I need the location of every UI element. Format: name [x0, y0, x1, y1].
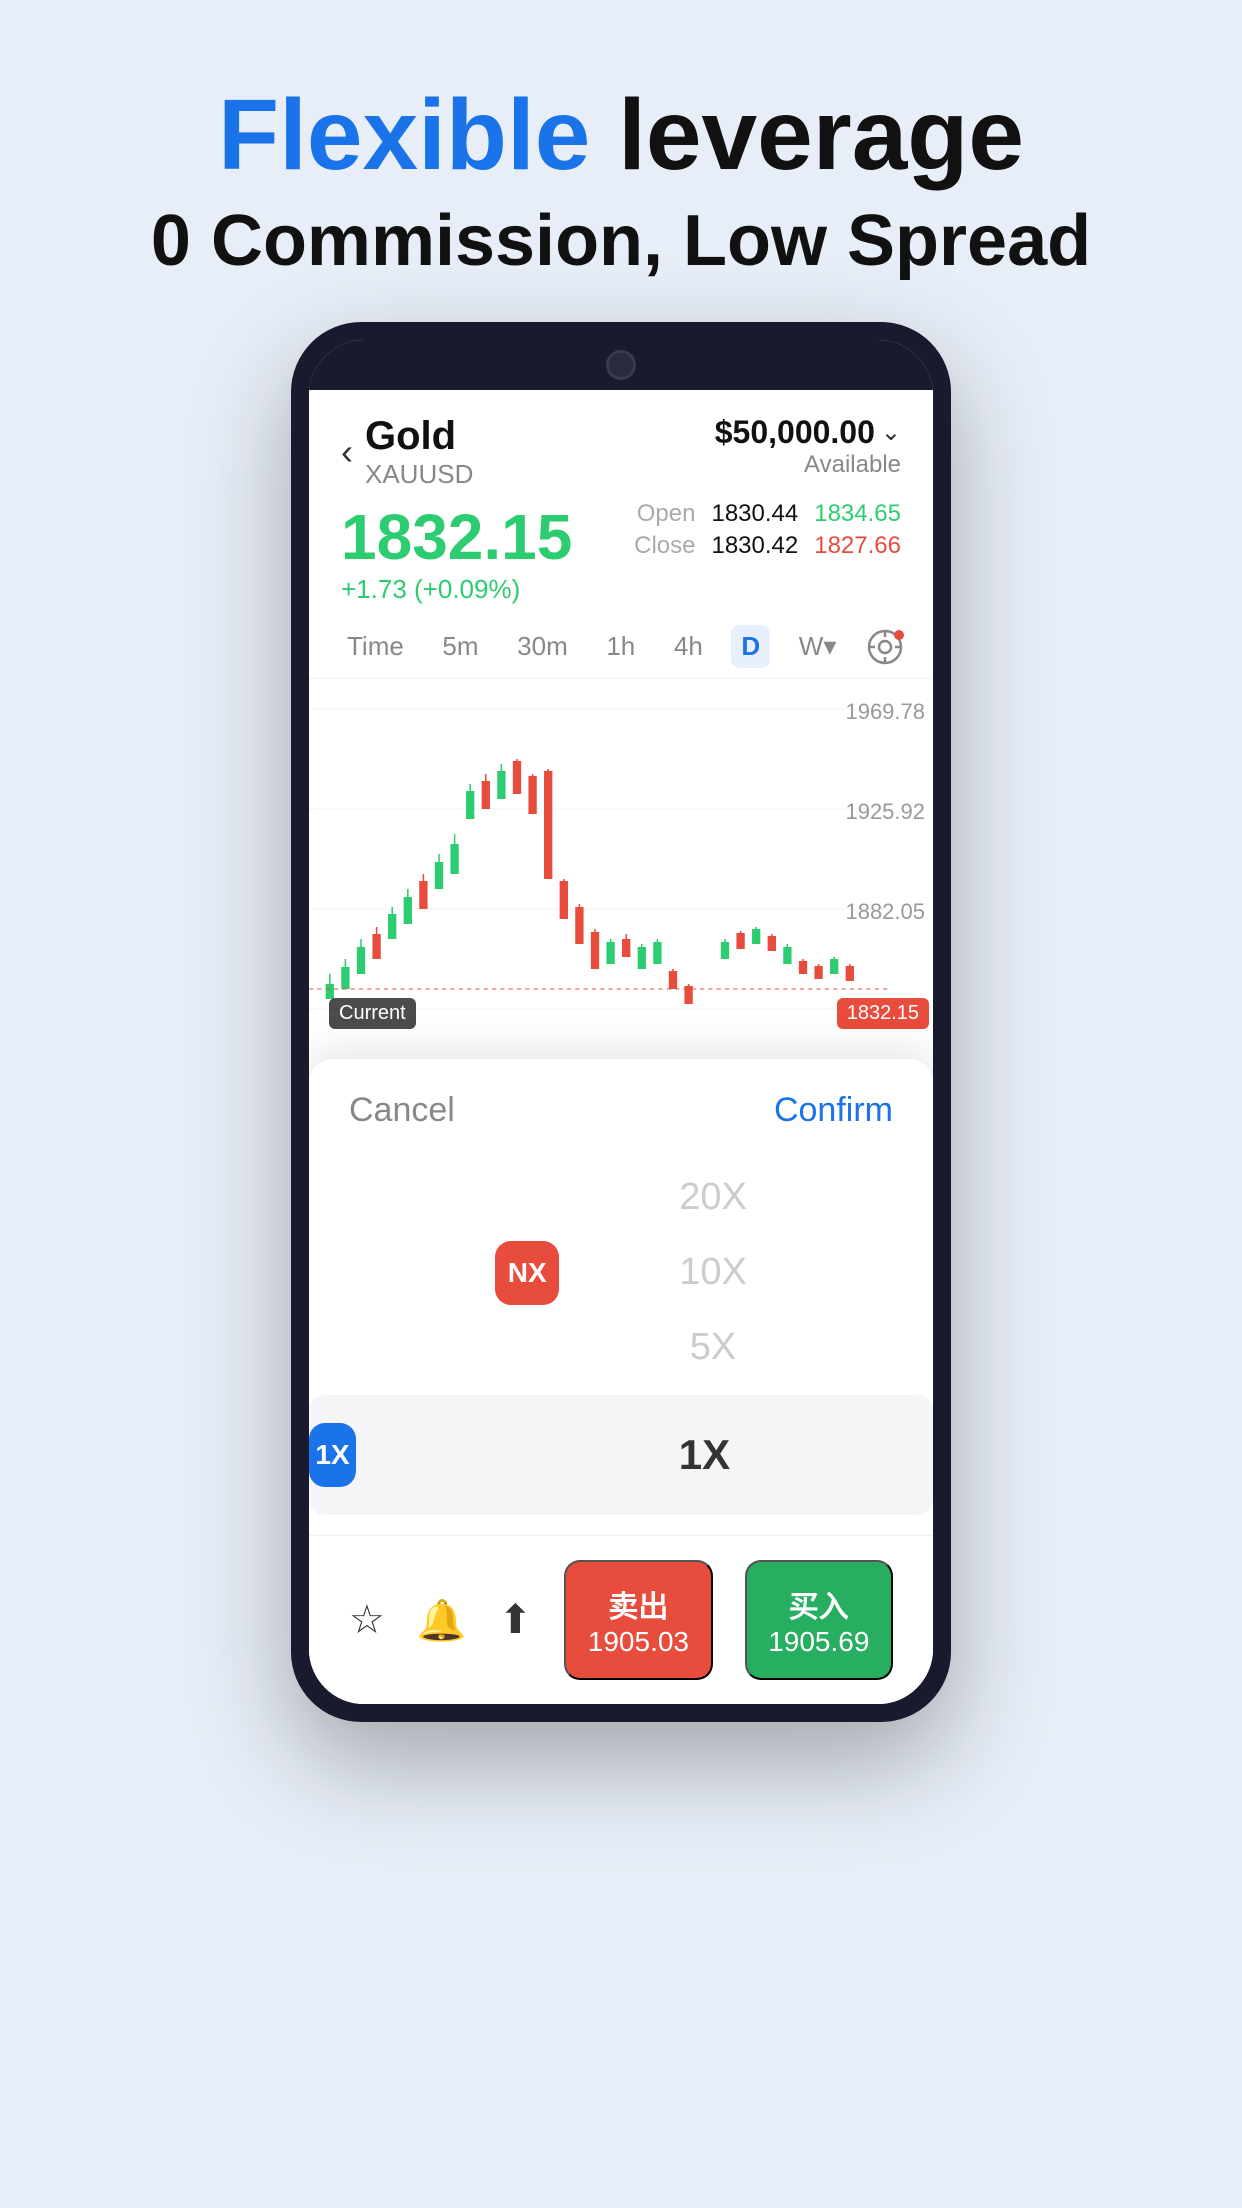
chevron-down-icon: ⌄: [881, 418, 901, 447]
confirm-button[interactable]: Confirm: [774, 1091, 893, 1130]
phone-notch: [309, 340, 933, 390]
tf-w[interactable]: W▾: [789, 625, 847, 668]
sell-button[interactable]: 卖出 1905.03: [564, 1560, 712, 1680]
bell-icon[interactable]: 🔔: [417, 1597, 467, 1644]
onex-badge: 1X: [309, 1423, 356, 1487]
top-bar: ‹ Gold XAUUSD $50,000.00 ⌄ Available: [309, 390, 933, 500]
chart-price-high: 1969.78: [845, 699, 925, 725]
timeframe-bar: Time 5m 30m 1h 4h D W▾: [309, 615, 933, 679]
chart-price-low: 1882.05: [845, 899, 925, 925]
leverage-5x[interactable]: 5X: [679, 1310, 747, 1385]
current-price: 1832.15: [341, 500, 572, 574]
chart-area: Current 1832.15 1969.78 1925.92 1882.05: [309, 679, 933, 1059]
header-subtitle: 0 Commission, Low Spread: [0, 200, 1242, 282]
header-title-black: leverage: [590, 79, 1024, 191]
settings-icon[interactable]: [865, 627, 905, 667]
phone-screen: ‹ Gold XAUUSD $50,000.00 ⌄ Available: [309, 340, 933, 1704]
balance-area[interactable]: $50,000.00 ⌄ Available: [715, 414, 901, 479]
header-title: Flexible leverage: [0, 80, 1242, 190]
low-value: 1827.66: [814, 532, 901, 560]
tf-d[interactable]: D: [731, 625, 770, 668]
asset-ticker: XAUUSD: [365, 459, 473, 490]
high-value: 1834.65: [814, 500, 901, 528]
nx-label: NX: [508, 1257, 547, 1289]
tf-4h[interactable]: 4h: [664, 625, 713, 668]
nx-badge: NX: [495, 1241, 559, 1305]
chart-price-mid: 1925.92: [845, 799, 925, 825]
balance-label: Available: [715, 451, 901, 479]
back-button[interactable]: ‹: [341, 431, 353, 473]
tf-time[interactable]: Time: [337, 625, 414, 668]
leverage-picker: NX 20X 10X 5X 1X: [309, 1150, 933, 1535]
price-change: +1.73 (+0.09%): [341, 574, 572, 605]
tf-5m[interactable]: 5m: [432, 625, 488, 668]
header-title-blue: Flexible: [218, 79, 590, 191]
app-content: ‹ Gold XAUUSD $50,000.00 ⌄ Available: [309, 390, 933, 1704]
buy-button[interactable]: 买入 1905.69: [745, 1560, 893, 1680]
leverage-10x[interactable]: 10X: [679, 1235, 747, 1310]
tf-1h[interactable]: 1h: [596, 625, 645, 668]
open-value: 1830.44: [711, 500, 798, 528]
header-section: Flexible leverage 0 Commission, Low Spre…: [0, 0, 1242, 322]
price-section: 1832.15 +1.73 (+0.09%) Open 1830.44 1834…: [309, 500, 933, 615]
buy-label: 买入: [767, 1582, 871, 1626]
bottom-nav: ☆ 🔔 ⬆︎ 卖出 1905.03 买入 1905.69: [309, 1535, 933, 1704]
phone-wrapper: ‹ Gold XAUUSD $50,000.00 ⌄ Available: [0, 322, 1242, 1722]
price-right: Open 1830.44 1834.65 Close 1830.42 1827.…: [634, 500, 901, 560]
nav-icons: ☆ 🔔 ⬆︎: [349, 1597, 532, 1644]
leverage-20x[interactable]: 20X: [679, 1160, 747, 1235]
camera-dot: [606, 350, 636, 380]
star-icon[interactable]: ☆: [349, 1597, 385, 1644]
share-icon[interactable]: ⬆︎: [499, 1597, 533, 1644]
current-label: Current: [329, 998, 416, 1029]
asset-name: Gold: [365, 414, 473, 459]
leverage-1x[interactable]: 1X: [476, 1415, 933, 1495]
close-label: Close: [634, 532, 695, 560]
sheet-header: Cancel Confirm: [309, 1059, 933, 1150]
asset-info: Gold XAUUSD: [365, 414, 473, 490]
close-value: 1830.42: [711, 532, 798, 560]
cancel-button[interactable]: Cancel: [349, 1091, 455, 1130]
sell-price: 1905.03: [586, 1626, 690, 1658]
open-label: Open: [634, 500, 695, 528]
phone-frame: ‹ Gold XAUUSD $50,000.00 ⌄ Available: [291, 322, 951, 1722]
sell-label: 卖出: [586, 1582, 690, 1626]
selected-leverage-row[interactable]: 1X 1X: [309, 1395, 933, 1515]
buy-price: 1905.69: [767, 1626, 871, 1658]
onex-label: 1X: [315, 1439, 349, 1471]
bottom-sheet: Cancel Confirm NX 20X 10X: [309, 1059, 933, 1704]
top-bar-left: ‹ Gold XAUUSD: [341, 414, 473, 490]
balance-value: $50,000.00: [715, 414, 875, 451]
tf-30m[interactable]: 30m: [507, 625, 578, 668]
current-price-label: 1832.15: [837, 998, 929, 1029]
price-left: 1832.15 +1.73 (+0.09%): [341, 500, 572, 605]
